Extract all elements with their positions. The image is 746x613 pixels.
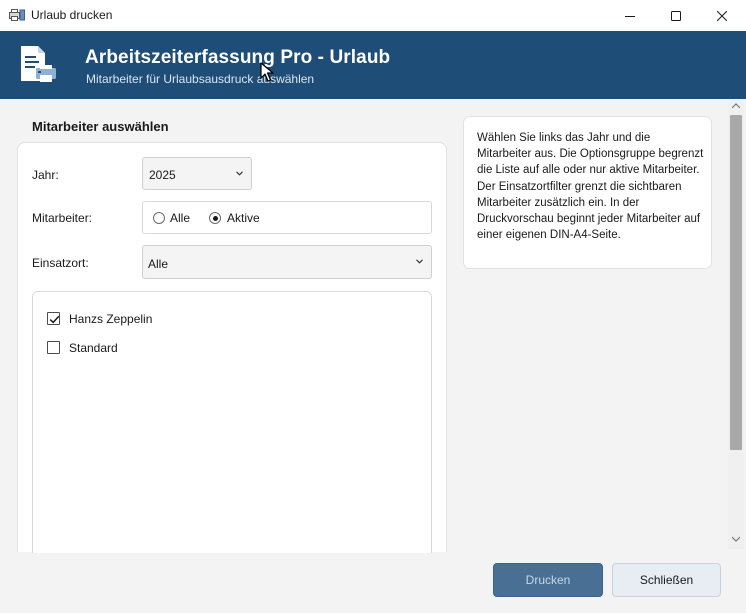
title-bar: Urlaub drucken: [0, 0, 746, 31]
employee-checkbox[interactable]: [47, 312, 60, 325]
list-item[interactable]: Hanzs Zeppelin: [69, 312, 152, 326]
scroll-up-icon[interactable]: [732, 103, 740, 109]
info-text: Wählen Sie links das Jahr und die Mitarb…: [477, 132, 704, 242]
year-value: 2025: [149, 168, 176, 182]
chevron-down-icon: [416, 259, 423, 264]
year-select[interactable]: 2025: [142, 157, 252, 190]
scrollbar-thumb[interactable]: [730, 115, 742, 450]
location-value: Alle: [148, 257, 169, 271]
employees-label: Mitarbeiter:: [32, 211, 93, 225]
vertical-scrollbar[interactable]: [728, 99, 744, 549]
chevron-down-icon: [236, 171, 243, 176]
section-title: Mitarbeiter auswählen: [32, 119, 169, 134]
radio-all[interactable]: [153, 212, 165, 224]
location-label: Einsatzort:: [32, 256, 89, 270]
window-title: Urlaub drucken: [31, 8, 113, 22]
radio-active-label[interactable]: Aktive: [227, 211, 260, 225]
app-printer-icon: [9, 9, 25, 21]
employee-filter-radio-group: Alle Aktive: [142, 201, 432, 234]
employee-list: Hanzs Zeppelin Standard: [32, 291, 432, 553]
print-document-icon: [21, 46, 56, 82]
list-item[interactable]: Standard: [69, 341, 118, 355]
year-label: Jahr:: [32, 168, 59, 182]
maximize-button[interactable]: [653, 0, 699, 31]
close-button[interactable]: Schließen: [612, 563, 721, 597]
scroll-down-icon[interactable]: [732, 536, 740, 542]
close-window-button[interactable]: [699, 0, 745, 31]
employee-checkbox[interactable]: [47, 341, 60, 354]
banner-title: Arbeitszeiterfassung Pro - Urlaub: [85, 47, 391, 68]
header-banner: Arbeitszeiterfassung Pro - Urlaub Mitarb…: [0, 31, 746, 99]
info-card: Wählen Sie links das Jahr und die Mitarb…: [463, 116, 712, 269]
close-icon: [717, 10, 727, 21]
location-select[interactable]: Alle: [142, 245, 432, 279]
banner-subtitle: Mitarbeiter für Urlaubsausdruck auswähle…: [86, 72, 315, 86]
radio-active[interactable]: [209, 212, 221, 224]
checkmark-icon: [49, 315, 60, 324]
print-button[interactable]: Drucken: [493, 563, 603, 597]
radio-all-label[interactable]: Alle: [170, 211, 190, 225]
maximize-icon: [671, 10, 681, 21]
mouse-cursor-icon: [260, 62, 274, 82]
minimize-icon: [625, 15, 635, 17]
minimize-button[interactable]: [607, 0, 653, 31]
